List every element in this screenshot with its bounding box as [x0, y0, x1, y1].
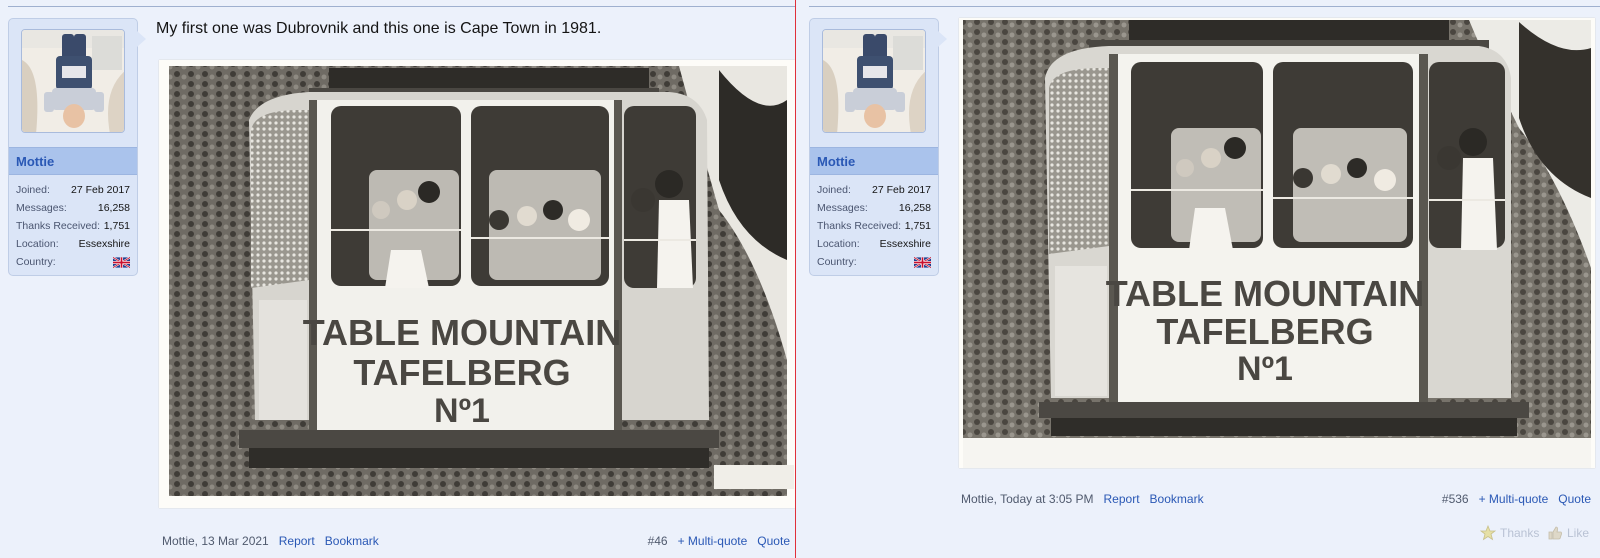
- quote-button[interactable]: Quote: [1558, 492, 1591, 506]
- post-number[interactable]: #46: [648, 534, 668, 548]
- stat-country: Country:: [817, 253, 931, 271]
- multi-quote-button[interactable]: + Multi-quote: [678, 534, 748, 548]
- post-image[interactable]: TABLE MOUNTAIN TAFELBERG Nº1: [959, 18, 1595, 468]
- stat-value[interactable]: 16,258: [899, 202, 931, 214]
- stat-messages: Messages: 16,258: [16, 199, 130, 217]
- stat-value[interactable]: 16,258: [98, 202, 130, 214]
- uk-flag-icon: [914, 256, 931, 268]
- post-footer: Mottie, Today at 3:05 PM Report Bookmark…: [961, 492, 1591, 506]
- stat-label: Location:: [16, 238, 59, 250]
- sign-line-2: TAFELBERG: [1156, 311, 1373, 352]
- post-46: Mottie Joined: 27 Feb 2017 Messages: 16,…: [0, 0, 796, 558]
- stat-label: Country:: [817, 256, 857, 268]
- multi-quote-button[interactable]: + Multi-quote: [1479, 492, 1549, 506]
- like-label: Like: [1567, 526, 1590, 540]
- sign-line-1: TABLE MOUNTAIN: [303, 312, 622, 353]
- post-number[interactable]: #536: [1442, 492, 1469, 506]
- sign-line-3: Nº1: [1237, 350, 1293, 388]
- stat-label: Messages:: [16, 202, 67, 214]
- avatar[interactable]: [21, 29, 125, 133]
- stat-value: 27 Feb 2017: [71, 184, 130, 196]
- avatar[interactable]: [822, 29, 926, 133]
- stat-location: Location: Essexshire: [817, 235, 931, 253]
- user-name-bar: Mottie: [810, 147, 938, 175]
- stat-label: Joined:: [817, 184, 851, 196]
- stat-value: Essexshire: [78, 238, 130, 250]
- stat-country: Country:: [16, 253, 130, 271]
- post-actions: #46 + Multi-quote Quote: [638, 534, 790, 548]
- stat-value: Essexshire: [879, 238, 931, 250]
- stat-label: Location:: [817, 238, 860, 250]
- sign-line-3: Nº1: [434, 392, 490, 430]
- thanks-label: Thanks: [1500, 526, 1540, 540]
- quote-button[interactable]: Quote: [757, 534, 790, 548]
- report-link[interactable]: Report: [279, 534, 315, 548]
- thanks-button[interactable]: Thanks: [1480, 525, 1539, 541]
- user-card: Mottie Joined: 27 Feb 2017 Messages: 16,…: [8, 18, 146, 276]
- thanks-icon: [1480, 525, 1496, 541]
- stat-thanks-received: Thanks Received: 1,751: [16, 217, 130, 235]
- thumbs-up-icon: [1548, 526, 1563, 540]
- stat-thanks-received: Thanks Received: 1,751: [817, 217, 931, 235]
- stat-label: Thanks Received:: [817, 220, 902, 232]
- bookmark-link[interactable]: Bookmark: [325, 534, 379, 548]
- post-actions: #536 + Multi-quote Quote: [1432, 492, 1591, 506]
- report-link[interactable]: Report: [1104, 492, 1140, 506]
- stat-label: Messages:: [817, 202, 868, 214]
- user-stats: Joined: 27 Feb 2017 Messages: 16,258 Tha…: [16, 181, 130, 271]
- stat-label: Joined:: [16, 184, 50, 196]
- post-divider: [8, 6, 795, 7]
- stat-label: Thanks Received:: [16, 220, 101, 232]
- stat-label: Country:: [16, 256, 56, 268]
- sign-line-1: TABLE MOUNTAIN: [1106, 273, 1425, 314]
- username-link[interactable]: Mottie: [817, 154, 855, 169]
- uk-flag-icon: [113, 256, 130, 268]
- post-image[interactable]: TABLE MOUNTAIN TAFELBERG Nº1: [159, 60, 795, 508]
- post-message-text: My first one was Dubrovnik and this one …: [156, 20, 602, 37]
- post-536: Mottie Joined: 27 Feb 2017 Messages: 16,…: [797, 0, 1600, 558]
- stat-value: 1,751: [904, 220, 931, 232]
- stat-value: 1,751: [103, 220, 130, 232]
- sign-line-2: TAFELBERG: [353, 352, 570, 393]
- stat-location: Location: Essexshire: [16, 235, 130, 253]
- like-button[interactable]: Like: [1547, 525, 1589, 541]
- post-meta[interactable]: Mottie, 13 Mar 2021: [162, 534, 269, 548]
- bookmark-link[interactable]: Bookmark: [1150, 492, 1204, 506]
- stat-joined: Joined: 27 Feb 2017: [817, 181, 931, 199]
- post-meta[interactable]: Mottie, Today at 3:05 PM: [961, 492, 1094, 506]
- user-name-bar: Mottie: [9, 147, 137, 175]
- user-card: Mottie Joined: 27 Feb 2017 Messages: 16,…: [809, 18, 947, 276]
- stat-joined: Joined: 27 Feb 2017: [16, 181, 130, 199]
- post-divider: [809, 6, 1600, 7]
- stat-messages: Messages: 16,258: [817, 199, 931, 217]
- stat-value: 27 Feb 2017: [872, 184, 931, 196]
- username-link[interactable]: Mottie: [16, 154, 54, 169]
- user-stats: Joined: 27 Feb 2017 Messages: 16,258 Tha…: [817, 181, 931, 271]
- post-footer: Mottie, 13 Mar 2021 Report Bookmark #46 …: [162, 534, 790, 548]
